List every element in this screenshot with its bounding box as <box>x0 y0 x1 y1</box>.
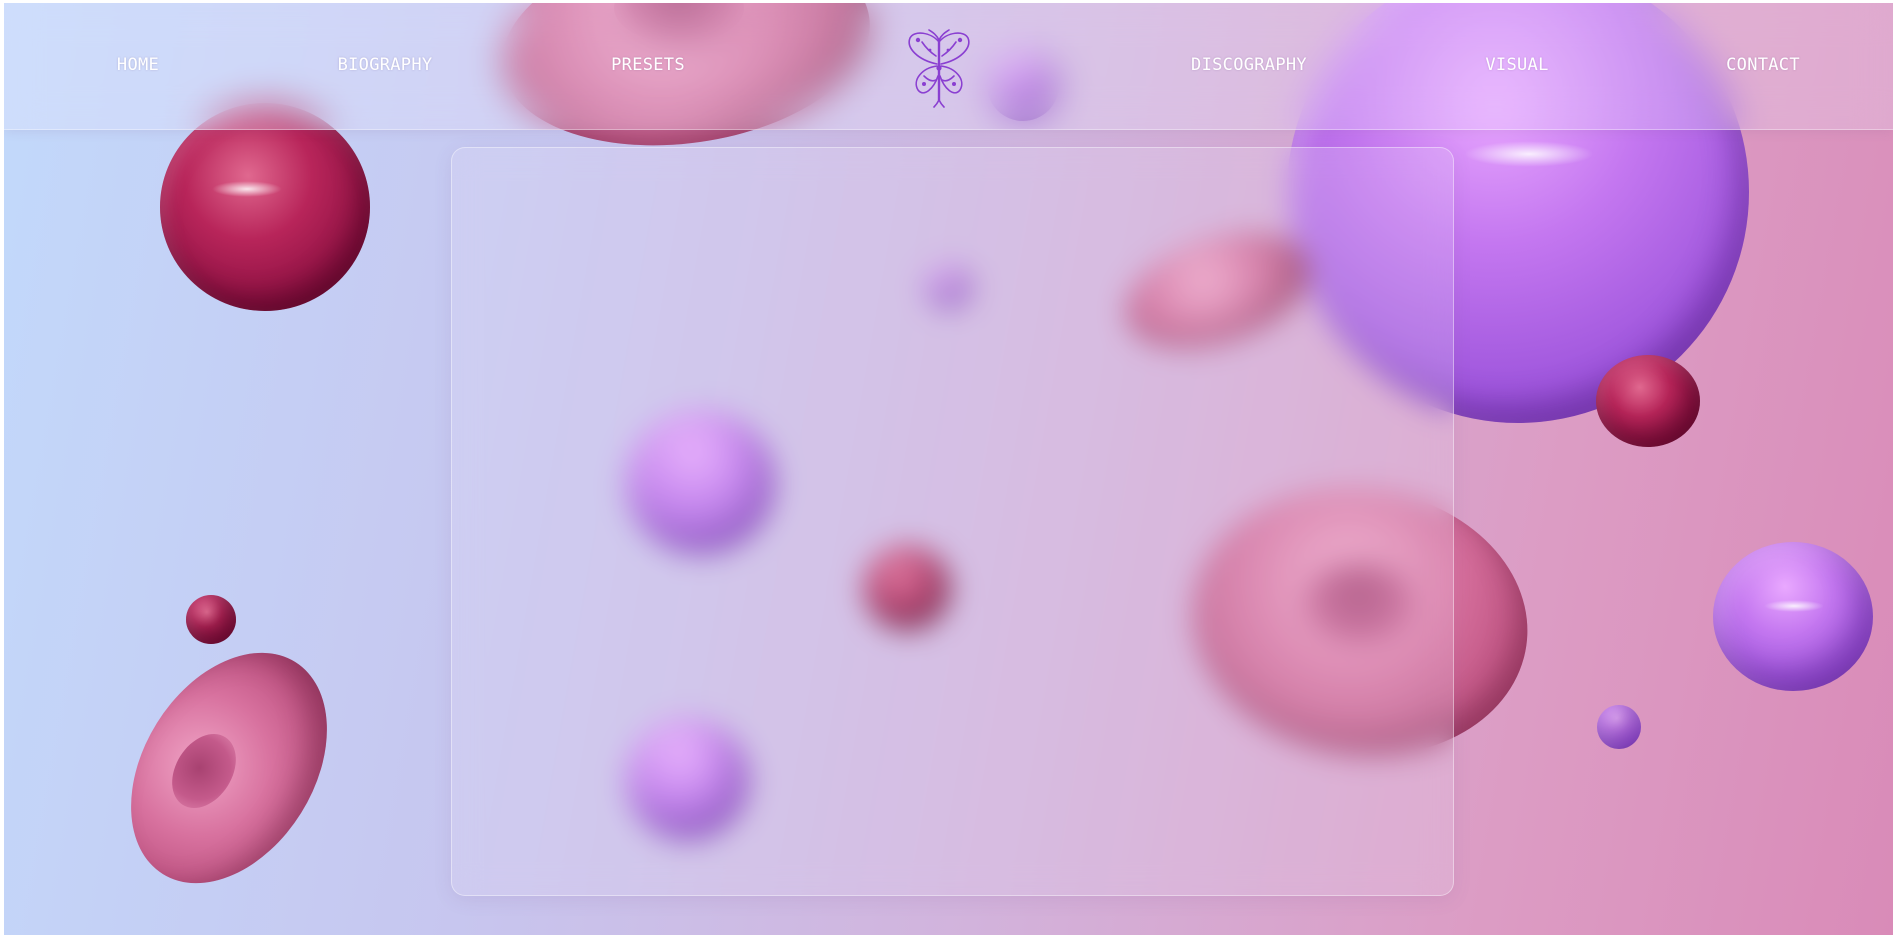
sphere-highlight <box>1764 600 1824 612</box>
nav-link-biography[interactable]: BIOGRAPHY <box>338 55 433 75</box>
butterfly-icon[interactable] <box>904 28 974 108</box>
nav-link-discography[interactable]: DISCOGRAPHY <box>1191 55 1307 75</box>
nav-link-contact[interactable]: CONTACT <box>1726 55 1800 75</box>
sphere-ruby-top-left <box>160 103 370 311</box>
nav-link-presets[interactable]: PRESETS <box>611 55 685 75</box>
sphere-highlight <box>1464 141 1594 167</box>
glass-content-panel <box>451 147 1454 896</box>
top-navigation-bar: HOME BIOGRAPHY PRESETS DISCOGRAPHY VISUA… <box>4 3 1893 130</box>
sphere-ruby-right <box>1596 355 1700 447</box>
nav-link-visual[interactable]: VISUAL <box>1485 55 1548 75</box>
sphere-highlight <box>212 181 282 197</box>
sphere-ruby-small-left <box>186 595 236 644</box>
sphere-violet-tiny-right <box>1597 705 1641 749</box>
hero-background: HOME BIOGRAPHY PRESETS DISCOGRAPHY VISUA… <box>4 3 1893 935</box>
nav-link-home[interactable]: HOME <box>117 55 159 75</box>
sphere-violet-far-right <box>1713 542 1873 691</box>
